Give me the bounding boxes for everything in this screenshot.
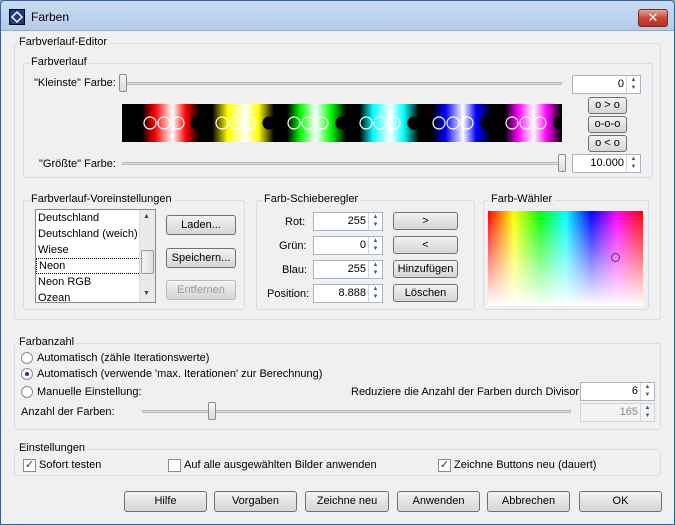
largest-color-label: "Größte" Farbe: [39, 158, 116, 170]
blue-spinner[interactable]: 255 ▲ ▼ [313, 260, 383, 279]
scroll-up-icon[interactable]: ▲ [143, 213, 150, 220]
count-spinner[interactable]: 165 ▲ ▼ [580, 403, 655, 422]
settings-title: Einstellungen [17, 442, 88, 454]
presets-scrollbar[interactable]: ▲ ▼ [139, 210, 155, 302]
count-track[interactable] [142, 410, 571, 413]
redraw-button[interactable]: Zeichne neu [305, 491, 389, 512]
spin-down-icon[interactable]: ▼ [627, 84, 640, 92]
presets-title: Farbverlauf-Voreinstellungen [29, 193, 174, 205]
gradient-stop-marker[interactable] [262, 116, 276, 130]
count-slider[interactable] [208, 402, 216, 420]
list-item[interactable]: Ozean [36, 290, 155, 302]
prev-color-button[interactable]: < [393, 236, 458, 254]
dialog-window: Farben ✕ Farbverlauf-Editor Farbverlauf … [0, 0, 675, 525]
instant-test-checkbox[interactable]: ✓ [23, 459, 36, 472]
position-spinner[interactable]: 8.888 ▲ ▼ [313, 284, 383, 303]
window-title: Farben [31, 10, 70, 24]
divisor-label: Reduziere die Anzahl der Farben durch Di… [351, 386, 583, 398]
count-label: Anzahl der Farben: [21, 406, 115, 418]
smallest-color-slider[interactable] [119, 74, 127, 92]
color-count-title: Farbanzahl [17, 336, 77, 348]
spin-down-icon[interactable]: ▼ [369, 269, 382, 277]
close-icon[interactable]: ✕ [638, 9, 668, 27]
gradient-stop-marker[interactable] [407, 116, 421, 130]
color-picker-field[interactable] [488, 211, 643, 306]
instant-test-label: Sofort testen [39, 459, 102, 471]
remove-button[interactable]: Entfernen [166, 280, 236, 300]
blue-label: Blau: [282, 264, 308, 276]
position-label: Position: [267, 288, 310, 300]
help-button[interactable]: Hilfe [124, 491, 207, 512]
shift-left-button[interactable]: o < o [588, 135, 627, 152]
add-color-button[interactable]: Hinzufügen [393, 260, 458, 278]
largest-color-track[interactable] [122, 162, 562, 165]
spin-up-icon[interactable]: ▲ [369, 285, 382, 293]
save-button[interactable]: Speichern... [166, 248, 236, 268]
smallest-color-track[interactable] [122, 82, 562, 85]
spin-up-icon[interactable]: ▲ [369, 213, 382, 221]
gradient-stop-marker[interactable] [553, 116, 562, 130]
load-button[interactable]: Laden... [166, 215, 236, 235]
green-label: Grün: [279, 240, 307, 252]
ok-button[interactable]: OK [579, 491, 662, 512]
gradient-stop-marker[interactable] [480, 116, 494, 130]
red-spinner[interactable]: 255 ▲ ▼ [313, 212, 383, 231]
cancel-button[interactable]: Abbrechen [487, 491, 570, 512]
gradient-stop-marker[interactable] [190, 116, 204, 130]
red-label: Rot: [285, 216, 306, 228]
apply-all-label: Auf alle ausgewählten Bilder anwenden [184, 459, 377, 471]
list-item[interactable]: Deutschland [36, 210, 155, 226]
gradient-title: Farbverlauf [29, 56, 89, 68]
spin-down-icon[interactable]: ▼ [641, 391, 654, 399]
radio-manual[interactable] [21, 386, 33, 398]
spin-down-icon[interactable]: ▼ [369, 293, 382, 301]
color-picker-title: Farb-Wähler [489, 193, 555, 205]
apply-button[interactable]: Anwenden [397, 491, 480, 512]
gradient-stop-marker[interactable] [335, 116, 349, 130]
spin-up-icon[interactable]: ▲ [641, 383, 654, 391]
manual-label: Manuelle Einstellung: [37, 386, 142, 398]
scroll-down-icon[interactable]: ▼ [143, 290, 150, 297]
spin-down-icon[interactable]: ▼ [369, 221, 382, 229]
redraw-buttons-checkbox[interactable]: ✓ [438, 459, 451, 472]
spin-down-icon[interactable]: ▼ [641, 412, 654, 420]
list-item-selected[interactable]: Neon [36, 258, 155, 274]
color-picker-marker[interactable] [611, 253, 620, 262]
apply-all-checkbox[interactable] [168, 459, 181, 472]
app-icon [9, 9, 25, 25]
spin-up-icon[interactable]: ▲ [369, 261, 382, 269]
spin-up-icon[interactable]: ▲ [369, 237, 382, 245]
largest-color-slider[interactable] [558, 154, 566, 172]
gradient-stop-marker[interactable] [122, 116, 131, 130]
color-sliders-title: Farb-Schieberegler [262, 193, 361, 205]
divisor-spinner[interactable]: 6 ▲ ▼ [580, 382, 655, 401]
gradient-preview[interactable] [122, 104, 562, 142]
smallest-color-spinner[interactable]: 0 ▲ ▼ [572, 75, 641, 94]
next-color-button[interactable]: > [393, 212, 458, 230]
list-item[interactable]: Wiese [36, 242, 155, 258]
radio-auto-max-iterations[interactable] [21, 368, 33, 380]
radio-auto-iterations[interactable] [21, 352, 33, 364]
spin-up-icon[interactable]: ▲ [627, 76, 640, 84]
redraw-buttons-label: Zeichne Buttons neu (dauert) [454, 459, 597, 471]
spread-button[interactable]: o-o-o [588, 116, 627, 133]
largest-color-spinner[interactable]: 10.000 ▲ ▼ [572, 154, 641, 173]
auto-max-iterations-label: Automatisch (verwende 'max. Iterationen'… [37, 368, 323, 380]
green-spinner[interactable]: 0 ▲ ▼ [313, 236, 383, 255]
delete-color-button[interactable]: Löschen [393, 284, 458, 302]
spin-down-icon[interactable]: ▼ [369, 245, 382, 253]
gradient-editor-title: Farbverlauf-Editor [17, 36, 110, 48]
smallest-color-label: "Kleinste" Farbe: [34, 77, 116, 89]
shift-right-button[interactable]: o > o [588, 97, 627, 114]
spin-up-icon[interactable]: ▲ [627, 155, 640, 163]
presets-list[interactable]: Deutschland Deutschland (weich) Wiese Ne… [35, 209, 156, 303]
spin-down-icon[interactable]: ▼ [627, 163, 640, 171]
title-bar[interactable]: Farben ✕ [1, 1, 674, 31]
list-item[interactable]: Neon RGB [36, 274, 155, 290]
defaults-button[interactable]: Vorgaben [214, 491, 297, 512]
auto-iterations-label: Automatisch (zähle Iterationswerte) [37, 352, 210, 364]
spin-up-icon[interactable]: ▲ [641, 404, 654, 412]
scroll-thumb[interactable] [141, 250, 154, 274]
list-item[interactable]: Deutschland (weich) [36, 226, 155, 242]
